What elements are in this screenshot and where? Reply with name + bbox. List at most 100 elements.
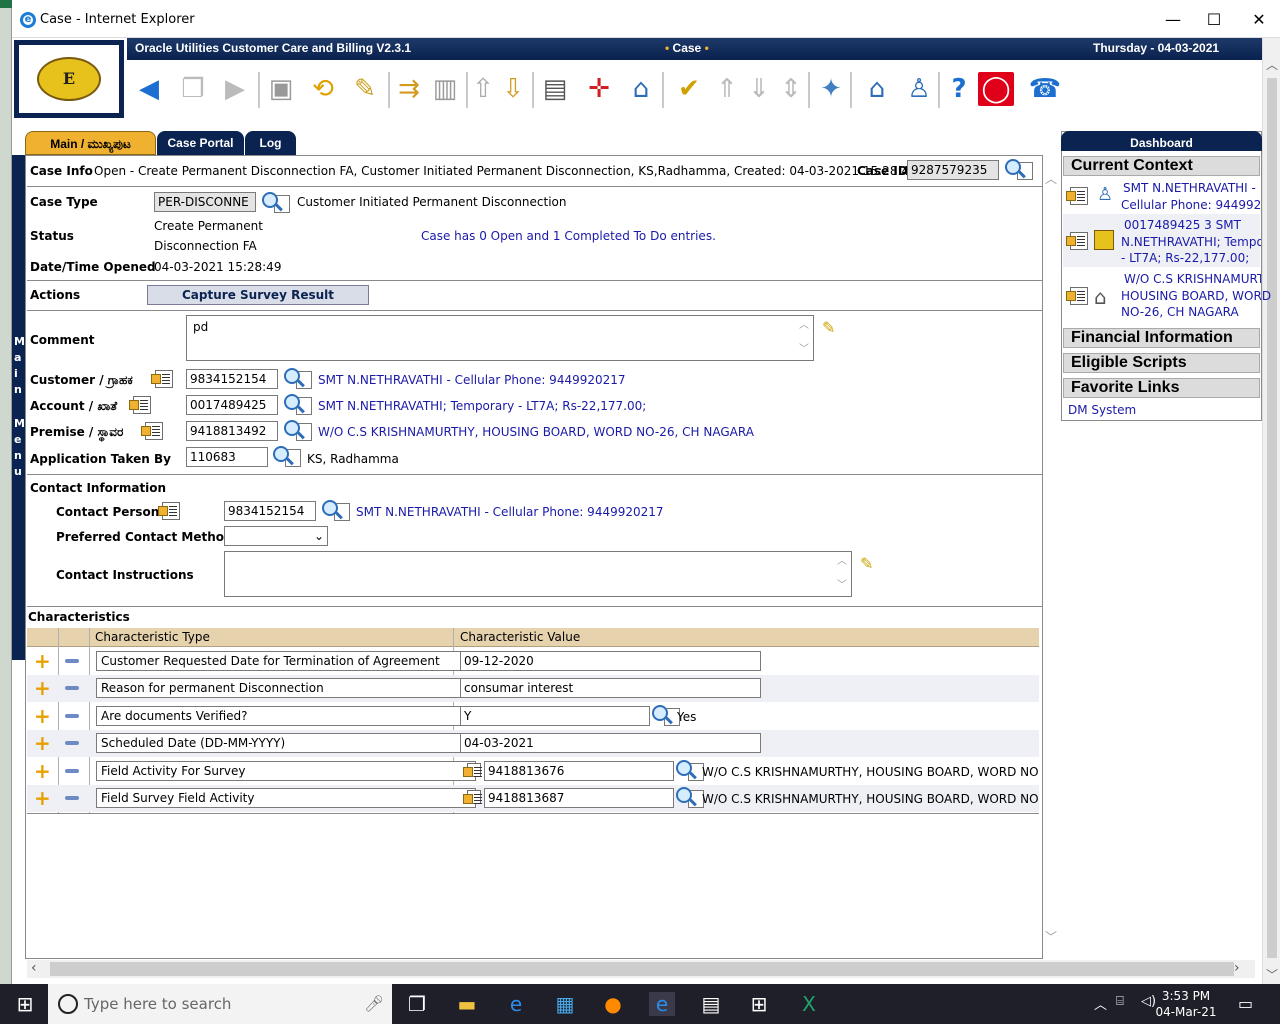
application-taken-by-field[interactable]: 110683 <box>186 447 268 467</box>
home-icon[interactable]: ⌂ <box>860 72 894 106</box>
context-premise-line3[interactable]: NO-26, CH NAGARA <box>1121 304 1239 321</box>
excel-icon[interactable]: X <box>796 992 822 1016</box>
firefox-icon[interactable]: ● <box>600 992 626 1016</box>
application-taken-by-search-icon[interactable] <box>272 446 302 468</box>
add-row-icon[interactable]: + <box>34 706 51 726</box>
task-view-icon[interactable]: ❐ <box>404 992 430 1016</box>
field-activity-context-icon[interactable] <box>463 763 482 777</box>
next-record-icon[interactable]: ⇩ <box>496 72 530 106</box>
dm-system-link[interactable]: DM System <box>1068 402 1136 419</box>
scroll-right-icon[interactable]: › <box>1234 960 1240 976</box>
context-account-line2[interactable]: N.NETHRAVATHI; Temporary <box>1121 234 1261 251</box>
customer-context-menu-icon[interactable] <box>151 370 173 388</box>
characteristic-type-select[interactable]: Scheduled Date (DD-MM-YYYY)⌄ <box>96 733 476 753</box>
file-explorer-icon[interactable]: ▬ <box>454 992 480 1016</box>
tab-log[interactable]: Log <box>245 131 296 155</box>
taskbar-search-box[interactable]: Type here to search <box>48 984 392 1024</box>
down-icon[interactable]: ⇓ <box>742 72 776 106</box>
panel-scroll-down-icon[interactable]: ﹀ <box>1045 928 1057 945</box>
characteristic-type-select[interactable]: Customer Requested Date for Termination … <box>96 651 476 671</box>
remove-row-icon[interactable] <box>65 686 79 690</box>
todo-summary-link[interactable]: Case has 0 Open and 1 Completed To Do en… <box>421 229 716 243</box>
store-icon[interactable]: ⊞ <box>746 992 772 1016</box>
app-icon[interactable]: ▦ <box>552 992 578 1016</box>
add-row-icon[interactable]: + <box>34 761 51 781</box>
refresh-icon[interactable]: ⟲ <box>306 72 340 106</box>
previous-record-icon[interactable]: ⇧ <box>466 72 500 106</box>
favorite-links-header[interactable]: Favorite Links <box>1063 378 1260 398</box>
add-row-icon[interactable]: + <box>34 651 51 671</box>
edit-instructions-pencil-icon[interactable]: ✎ <box>860 555 878 573</box>
celebrate-icon[interactable]: ✦ <box>814 72 848 106</box>
characteristic-value-field[interactable]: 09-12-2020 <box>460 651 761 671</box>
context-customer-line2[interactable]: Cellular Phone: 9449920217 <box>1121 197 1261 214</box>
oracle-icon[interactable]: ◯ <box>978 72 1014 106</box>
edge-icon[interactable]: e <box>503 992 529 1016</box>
comment-textarea[interactable]: pd ︿ ﹀ <box>186 315 814 361</box>
remove-row-icon[interactable] <box>65 796 79 800</box>
delete-icon[interactable]: ▥ <box>428 72 462 106</box>
characteristic-search-icon[interactable] <box>651 705 680 727</box>
context-account-line1[interactable]: 0017489425 3 SMT <box>1124 217 1241 234</box>
characteristic-value-field[interactable]: 9418813687 <box>484 788 674 808</box>
main-menu-rail[interactable]: M a i n M e n u <box>12 155 26 660</box>
premise-id-field[interactable]: 9418813492 <box>186 421 278 441</box>
context-premise-menu-icon[interactable] <box>1066 287 1088 305</box>
characteristic-value-field[interactable]: 04-03-2021 <box>460 733 761 753</box>
customer-description[interactable]: SMT N.NETHRAVATHI - Cellular Phone: 9449… <box>318 373 626 387</box>
context-customer-menu-icon[interactable] <box>1066 187 1088 205</box>
characteristic-search-icon[interactable] <box>675 760 704 782</box>
scroll-up-icon[interactable]: ︿ <box>797 320 811 332</box>
checkmark-icon[interactable]: ✔ <box>672 72 706 106</box>
case-type-search-icon[interactable] <box>261 192 291 214</box>
microphone-icon[interactable]: 🎤︎ <box>364 994 384 1013</box>
contact-person-field[interactable]: 9834152154 <box>224 501 316 521</box>
clear-icon[interactable]: ✎ <box>348 72 382 106</box>
preferred-contact-method-select[interactable]: ⌄ <box>224 526 328 546</box>
user-admin-icon[interactable]: ♙ <box>902 72 936 106</box>
characteristic-value-field[interactable]: consumar interest <box>460 678 761 698</box>
scroll-down-icon[interactable]: ﹀ <box>835 580 849 592</box>
contact-instructions-textarea[interactable]: ︿ ﹀ <box>224 551 852 597</box>
alerts-icon[interactable]: ▤ <box>538 72 572 106</box>
maximize-button[interactable]: ☐ <box>1191 8 1237 32</box>
edit-comment-pencil-icon[interactable]: ✎ <box>822 319 840 337</box>
calculator-icon[interactable]: ▤ <box>698 992 724 1016</box>
current-context-header[interactable]: Current Context <box>1063 156 1260 176</box>
customer-id-field[interactable]: 9834152154 <box>186 369 278 389</box>
save-icon[interactable]: ▣ <box>264 72 298 106</box>
eligible-scripts-header[interactable]: Eligible Scripts <box>1063 353 1260 373</box>
copy-icon[interactable]: ❐ <box>176 72 210 106</box>
window-scrollbar[interactable]: ︿ ﹀ <box>1262 38 1280 984</box>
remove-row-icon[interactable] <box>65 659 79 663</box>
help-icon[interactable]: ? <box>942 72 976 106</box>
context-account-line3[interactable]: - LT7A; Rs-22,177.00; <box>1121 250 1249 267</box>
scroll-up-icon[interactable]: ︿ <box>835 556 849 568</box>
internet-explorer-taskbar-icon[interactable]: e <box>649 992 675 1016</box>
add-row-icon[interactable]: + <box>34 733 51 753</box>
context-customer-line1[interactable]: SMT N.NETHRAVATHI - <box>1123 180 1256 197</box>
remove-row-icon[interactable] <box>65 769 79 773</box>
forward-icon[interactable]: ▶ <box>218 72 252 106</box>
field-activity-context-icon[interactable] <box>463 790 482 804</box>
search-premise-icon[interactable]: ⌂ <box>624 72 658 106</box>
account-id-field[interactable]: 0017489425 <box>186 395 278 415</box>
system-clock[interactable]: 3:53 PM 04-Mar-21 <box>1150 988 1222 1020</box>
characteristic-type-select[interactable]: Field Survey Field Activity⌄ <box>96 788 476 808</box>
financial-information-header[interactable]: Financial Information <box>1063 328 1260 348</box>
tray-chevron-icon[interactable]: ︿ <box>1094 994 1107 1013</box>
customer-search-icon[interactable] <box>283 368 313 390</box>
characteristic-type-select[interactable]: Reason for permanent Disconnection⌄ <box>96 678 476 698</box>
expand-icon[interactable]: ⇕ <box>774 72 808 106</box>
contact-person-context-menu-icon[interactable] <box>158 502 180 520</box>
context-premise-line2[interactable]: HOUSING BOARD, WORD <box>1121 288 1271 305</box>
horizontal-scroll-thumb[interactable] <box>50 962 1234 976</box>
characteristic-type-select[interactable]: Are documents Verified?⌄ <box>96 706 476 726</box>
contact-person-search-icon[interactable] <box>321 500 351 522</box>
add-row-icon[interactable]: + <box>34 788 51 808</box>
notifications-icon[interactable]: ▭ <box>1238 994 1253 1013</box>
up-icon[interactable]: ⇑ <box>710 72 744 106</box>
account-description[interactable]: SMT N.NETHRAVATHI; Temporary - LT7A; Rs-… <box>318 399 646 413</box>
minimize-button[interactable]: — <box>1150 8 1196 32</box>
windows-start-icon[interactable]: ⊞ <box>12 992 38 1016</box>
